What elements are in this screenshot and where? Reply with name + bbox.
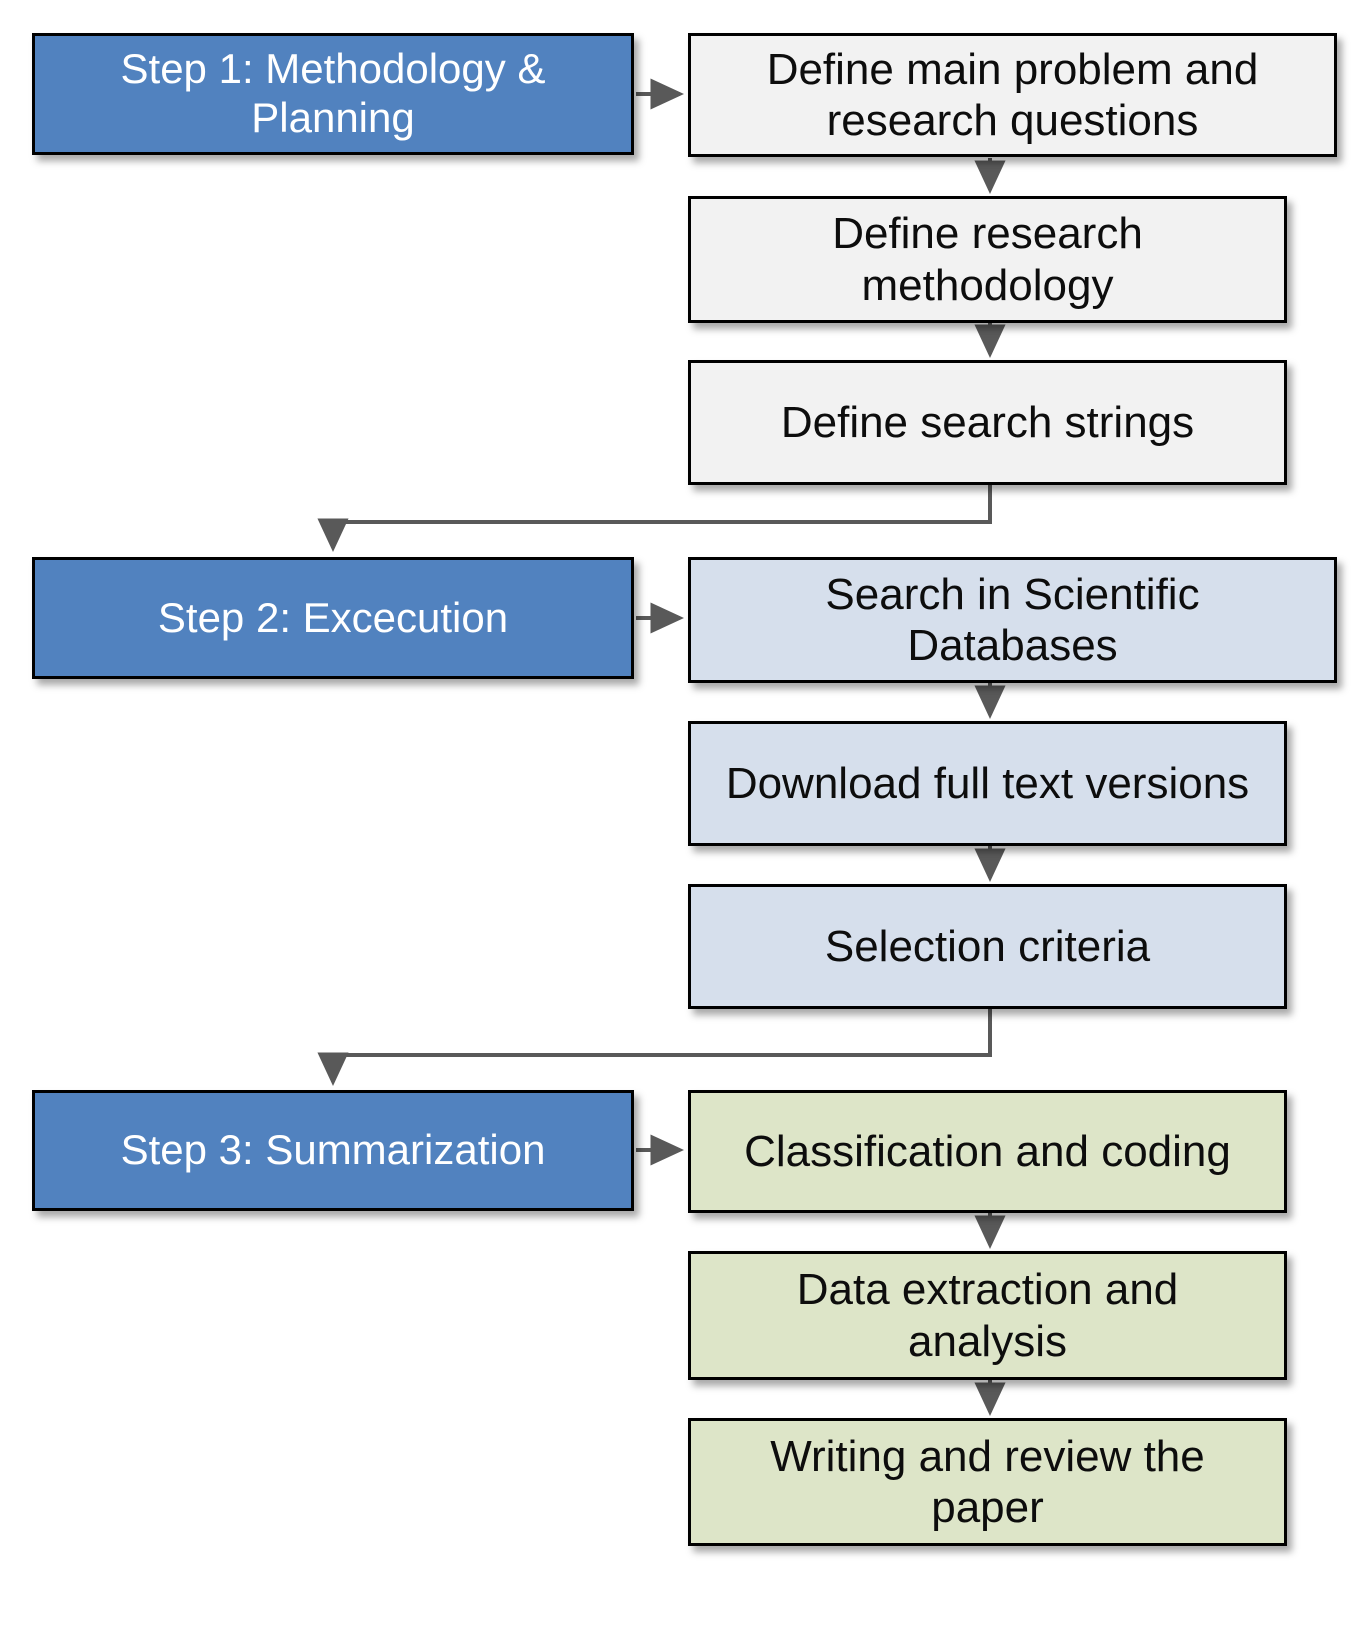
step-header-step-2-label: Step 2: Excecution bbox=[157, 593, 509, 641]
connector-step2-to-step3 bbox=[317, 1009, 992, 1086]
step-header-step-1[interactable]: Step 1: Methodology & Planning bbox=[32, 33, 634, 155]
node-data-extraction-and-analysis-label: Data extraction and analysis bbox=[796, 1265, 1179, 1366]
node-define-main-problem-label: Define main problem and research question… bbox=[766, 44, 1259, 145]
node-search-scientific-databases-label: Search in Scientific Databases bbox=[825, 569, 1200, 670]
node-define-main-problem[interactable]: Define main problem and research question… bbox=[688, 33, 1337, 157]
node-define-research-methodology[interactable]: Define research methodology bbox=[688, 196, 1287, 323]
node-define-search-strings-label: Define search strings bbox=[780, 397, 1195, 447]
node-data-extraction-and-analysis[interactable]: Data extraction and analysis bbox=[688, 1251, 1287, 1380]
node-classification-and-coding[interactable]: Classification and coding bbox=[688, 1090, 1287, 1213]
node-selection-criteria[interactable]: Selection criteria bbox=[688, 884, 1287, 1009]
node-classification-and-coding-label: Classification and coding bbox=[744, 1126, 1231, 1176]
connector-step1-to-step2 bbox=[317, 484, 992, 552]
step-header-step-3-label: Step 3: Summarization bbox=[120, 1126, 546, 1174]
node-search-scientific-databases[interactable]: Search in Scientific Databases bbox=[688, 557, 1337, 683]
step-header-step-1-label: Step 1: Methodology & Planning bbox=[120, 45, 546, 141]
step-header-step-3[interactable]: Step 3: Summarization bbox=[32, 1090, 634, 1211]
step-header-step-2[interactable]: Step 2: Excecution bbox=[32, 557, 634, 679]
node-define-research-methodology-label: Define research methodology bbox=[832, 209, 1143, 310]
node-define-search-strings[interactable]: Define search strings bbox=[688, 360, 1287, 485]
node-download-full-text-versions-label: Download full text versions bbox=[725, 758, 1250, 808]
node-download-full-text-versions[interactable]: Download full text versions bbox=[688, 721, 1287, 846]
node-writing-and-review-paper-label: Writing and review the paper bbox=[770, 1431, 1205, 1532]
node-writing-and-review-paper[interactable]: Writing and review the paper bbox=[688, 1418, 1287, 1546]
flowchart-canvas: Step 1: Methodology & Planning Define mai… bbox=[0, 0, 1357, 1628]
node-selection-criteria-label: Selection criteria bbox=[824, 921, 1151, 971]
